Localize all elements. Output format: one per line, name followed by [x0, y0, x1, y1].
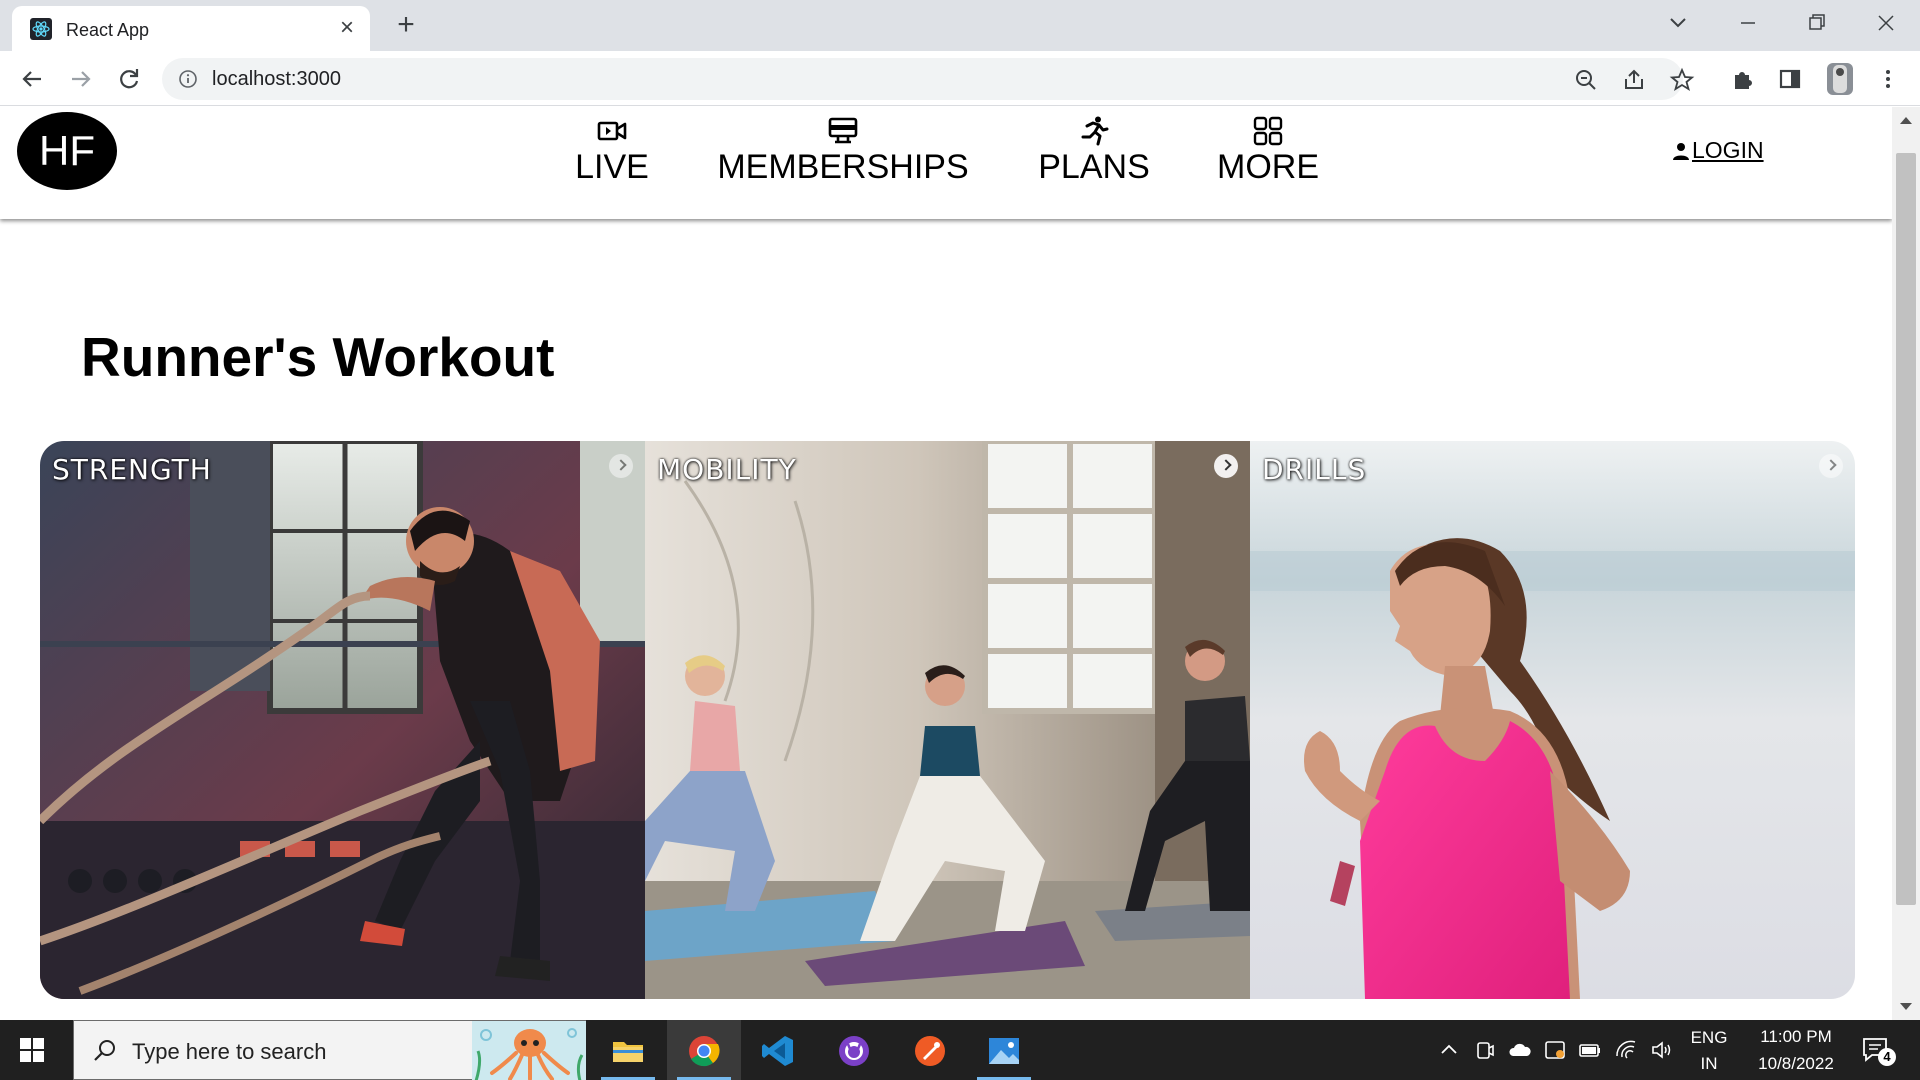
- taskbar-github-desktop[interactable]: [817, 1020, 891, 1080]
- new-tab-button[interactable]: +: [390, 10, 422, 42]
- nav-live-label: LIVE: [575, 148, 649, 186]
- nav-plans-label: PLANS: [1038, 148, 1150, 186]
- search-placeholder: Type here to search: [132, 1039, 327, 1064]
- react-favicon-icon: [30, 18, 52, 40]
- taskbar-file-explorer[interactable]: [591, 1020, 665, 1080]
- onedrive-cloud-icon[interactable]: [1508, 1038, 1532, 1062]
- address-bar[interactable]: localhost:3000: [162, 58, 1695, 100]
- card-drills-label: DRILLS: [1262, 453, 1367, 486]
- vscode-icon: [762, 1036, 793, 1066]
- card-mobility[interactable]: MOBILITY: [645, 441, 1250, 999]
- profile-avatar[interactable]: [1823, 61, 1857, 97]
- tab-title: React App: [66, 20, 150, 40]
- workout-cards: STRENGTH MOBILITY DRILLS: [40, 441, 1855, 999]
- card-strength[interactable]: STRENGTH: [40, 441, 645, 999]
- language-indicator-top[interactable]: ENG: [1684, 1028, 1734, 1048]
- bookmark-star-icon[interactable]: [1669, 67, 1695, 93]
- browser-toolbar: localhost:3000: [0, 51, 1920, 106]
- taskbar-photos[interactable]: [967, 1020, 1041, 1080]
- security-update-icon[interactable]: [1543, 1038, 1567, 1062]
- card-drills[interactable]: DRILLS: [1250, 441, 1855, 999]
- zoom-out-icon[interactable]: [1573, 67, 1599, 93]
- site-header: HF LIVE MEMBERSHIPS PLANS MORE LOGIN: [0, 107, 1892, 219]
- nav-more-label: MORE: [1217, 148, 1319, 186]
- login-label: LOGIN: [1692, 137, 1764, 163]
- url-text[interactable]: localhost:3000: [212, 68, 341, 91]
- taskbar-postman[interactable]: [893, 1020, 967, 1080]
- volume-icon[interactable]: [1650, 1038, 1674, 1062]
- reload-icon[interactable]: [113, 63, 145, 95]
- nav-more[interactable]: MORE: [1212, 115, 1324, 195]
- grid-icon: [1253, 116, 1283, 146]
- scroll-down-arrow-icon[interactable]: [1900, 1003, 1912, 1010]
- folder-icon: [613, 1042, 643, 1062]
- language-indicator-bottom[interactable]: IN: [1684, 1054, 1734, 1074]
- user-icon: [1673, 142, 1689, 160]
- site-logo[interactable]: HF: [17, 112, 117, 190]
- github-icon: [839, 1036, 869, 1066]
- strength-photo: [40, 441, 645, 999]
- postman-icon: [915, 1036, 945, 1066]
- restore-icon[interactable]: [1798, 8, 1834, 38]
- share-icon[interactable]: [1621, 67, 1647, 93]
- card-icon: [828, 117, 858, 144]
- browser-tab-strip: React App × +: [0, 0, 1920, 51]
- chrome-icon: [689, 1036, 720, 1067]
- scroll-thumb[interactable]: [1896, 153, 1916, 905]
- nav-plans[interactable]: PLANS: [1030, 115, 1158, 195]
- forward-arrow-icon[interactable]: [65, 63, 97, 95]
- scroll-up-arrow-icon[interactable]: [1900, 117, 1912, 124]
- drills-photo: [1250, 441, 1855, 999]
- extensions-puzzle-icon[interactable]: [1727, 63, 1759, 95]
- show-hidden-icons-chevron-icon[interactable]: [1437, 1038, 1461, 1062]
- back-arrow-icon[interactable]: [16, 63, 48, 95]
- taskbar-search-box[interactable]: Type here to search: [73, 1020, 586, 1080]
- running-icon: [1081, 116, 1109, 146]
- photos-icon: [989, 1038, 1019, 1064]
- card-strength-arrow-icon[interactable]: [609, 454, 633, 478]
- wifi-icon[interactable]: [1615, 1038, 1639, 1062]
- windows-start-icon[interactable]: [20, 1038, 44, 1062]
- site-info-icon[interactable]: [178, 69, 198, 89]
- browser-tab[interactable]: React App ×: [12, 6, 370, 51]
- taskbar-chrome[interactable]: [667, 1020, 741, 1080]
- notification-count-badge: 4: [1878, 1048, 1896, 1066]
- tab-close-icon[interactable]: ×: [334, 15, 360, 41]
- notification-center-button[interactable]: 4: [1860, 1034, 1896, 1068]
- tab-search-chevron-icon[interactable]: [1660, 8, 1696, 38]
- page-viewport: HF LIVE MEMBERSHIPS PLANS MORE LOGIN Run…: [0, 107, 1892, 1020]
- menu-kebab-icon[interactable]: [1872, 63, 1904, 95]
- close-window-icon[interactable]: [1868, 8, 1904, 38]
- card-mobility-label: MOBILITY: [657, 453, 797, 486]
- clock-date[interactable]: 10/8/2022: [1742, 1054, 1850, 1074]
- battery-icon[interactable]: [1578, 1038, 1602, 1062]
- taskbar-vscode[interactable]: [741, 1020, 815, 1080]
- clock-time[interactable]: 11:00 PM: [1742, 1027, 1850, 1047]
- page-scrollbar[interactable]: [1892, 107, 1920, 1020]
- page-title: Runner's Workout: [81, 326, 555, 388]
- mobility-photo: [645, 441, 1250, 999]
- search-icon: [94, 1040, 115, 1061]
- side-panel-icon[interactable]: [1774, 63, 1806, 95]
- card-drills-arrow-icon[interactable]: [1819, 454, 1843, 478]
- windows-taskbar: Type here to search ENG IN 11:00 PM 10/8…: [0, 1020, 1920, 1080]
- meet-now-icon[interactable]: [1473, 1038, 1497, 1062]
- nav-memberships-label: MEMBERSHIPS: [717, 148, 969, 186]
- nav-live[interactable]: LIVE: [570, 115, 654, 195]
- octopus-illustration-icon: [472, 1021, 586, 1080]
- login-link[interactable]: LOGIN: [1672, 137, 1764, 164]
- nav-memberships[interactable]: MEMBERSHIPS: [715, 115, 971, 195]
- card-mobility-arrow-icon[interactable]: [1214, 454, 1238, 478]
- card-strength-label: STRENGTH: [52, 453, 212, 486]
- video-icon: [597, 121, 627, 141]
- minimize-icon[interactable]: [1730, 8, 1766, 38]
